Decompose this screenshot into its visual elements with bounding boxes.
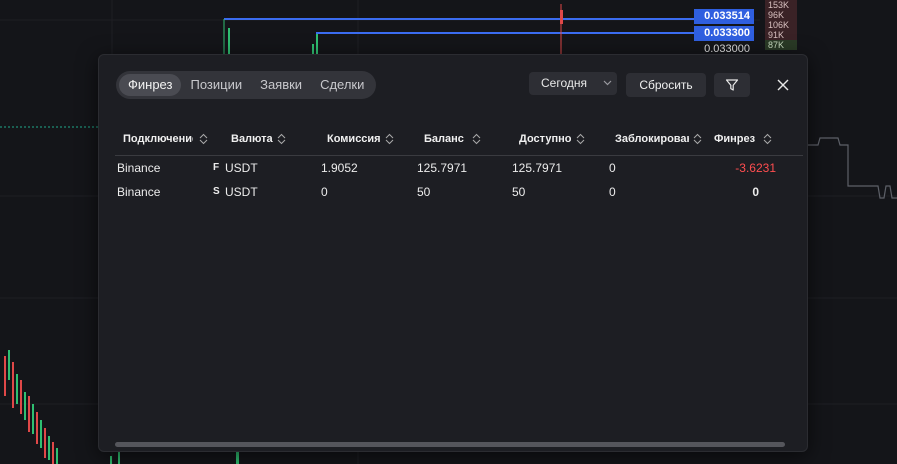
candle [316, 34, 318, 56]
column-header-available[interactable]: Доступно [519, 133, 571, 145]
filter-button[interactable] [714, 73, 750, 97]
pnl-modal: Финрез Позиции Заявки Сделки Сегодня Сбр… [98, 54, 808, 452]
cell-balance: 50 [417, 185, 431, 199]
column-header-currency[interactable]: Валюта [231, 133, 273, 145]
sort-icon[interactable] [472, 133, 481, 145]
filter-icon [725, 79, 739, 91]
cell-commission: 0 [321, 185, 328, 199]
candle [560, 10, 563, 24]
volume-cell: 153K [765, 0, 797, 10]
table-row[interactable]: Binance F USDT 1.9052 125.7971 125.7971 … [115, 157, 803, 179]
column-header-blocked[interactable]: Заблокировано [615, 133, 689, 145]
right-line-series [808, 137, 897, 199]
sort-icon[interactable] [199, 133, 208, 145]
cell-market-badge: S [213, 186, 220, 197]
volume-cell: 91K [765, 30, 797, 40]
cell-pnl: 0 [752, 185, 759, 199]
sort-icon[interactable] [576, 133, 585, 145]
volume-cell: 87K [765, 40, 797, 50]
volume-cell: 106K [765, 20, 797, 30]
candle [228, 28, 230, 54]
table-row[interactable]: Binance S USDT 0 50 50 0 0 [115, 181, 803, 203]
cell-balance: 125.7971 [417, 161, 468, 175]
tab-orders[interactable]: Заявки [251, 74, 311, 96]
cell-connection: Binance [117, 185, 161, 199]
date-filter-value: Сегодня [541, 76, 587, 90]
cell-pnl: -3.6231 [735, 161, 776, 175]
sort-icon[interactable] [763, 133, 772, 145]
cell-available: 50 [512, 185, 526, 199]
date-filter-select[interactable]: Сегодня [529, 72, 617, 95]
cell-connection: Binance [117, 161, 161, 175]
sort-icon[interactable] [277, 133, 286, 145]
tab-bar: Финрез Позиции Заявки Сделки [116, 71, 377, 99]
cell-market-badge: F [213, 162, 220, 173]
price-tag-2: 0.033300 [694, 26, 754, 41]
close-button[interactable] [771, 73, 795, 97]
tab-trades[interactable]: Сделки [311, 74, 373, 96]
column-header-pnl[interactable]: Финрез [714, 133, 755, 145]
cell-available: 125.7971 [512, 161, 563, 175]
price-tag-1: 0.033514 [694, 9, 754, 24]
cell-commission: 1.9052 [321, 161, 358, 175]
tab-pnl[interactable]: Финрез [119, 74, 182, 96]
cell-blocked: 0 [609, 161, 616, 175]
column-header-commission[interactable]: Комиссия [327, 133, 381, 145]
horizontal-scrollbar[interactable] [115, 442, 785, 447]
reset-button[interactable]: Сбросить [626, 73, 706, 97]
column-header-connection[interactable]: Подключение [123, 133, 193, 145]
chevron-down-icon [603, 72, 612, 104]
cell-currency: USDT [225, 161, 258, 175]
volume-cell: 96K [765, 10, 797, 20]
close-icon [777, 79, 789, 91]
cell-currency: USDT [225, 185, 258, 199]
tab-positions[interactable]: Позиции [181, 74, 251, 96]
sort-icon[interactable] [693, 133, 702, 145]
cell-blocked: 0 [609, 185, 616, 199]
column-header-balance[interactable]: Баланс [424, 133, 464, 145]
sort-icon[interactable] [385, 133, 394, 145]
table-header: Подключение Валюта Комиссия Баланс Досту… [115, 127, 803, 156]
volume-column: 153K 96K 106K 91K 87K [765, 0, 797, 50]
